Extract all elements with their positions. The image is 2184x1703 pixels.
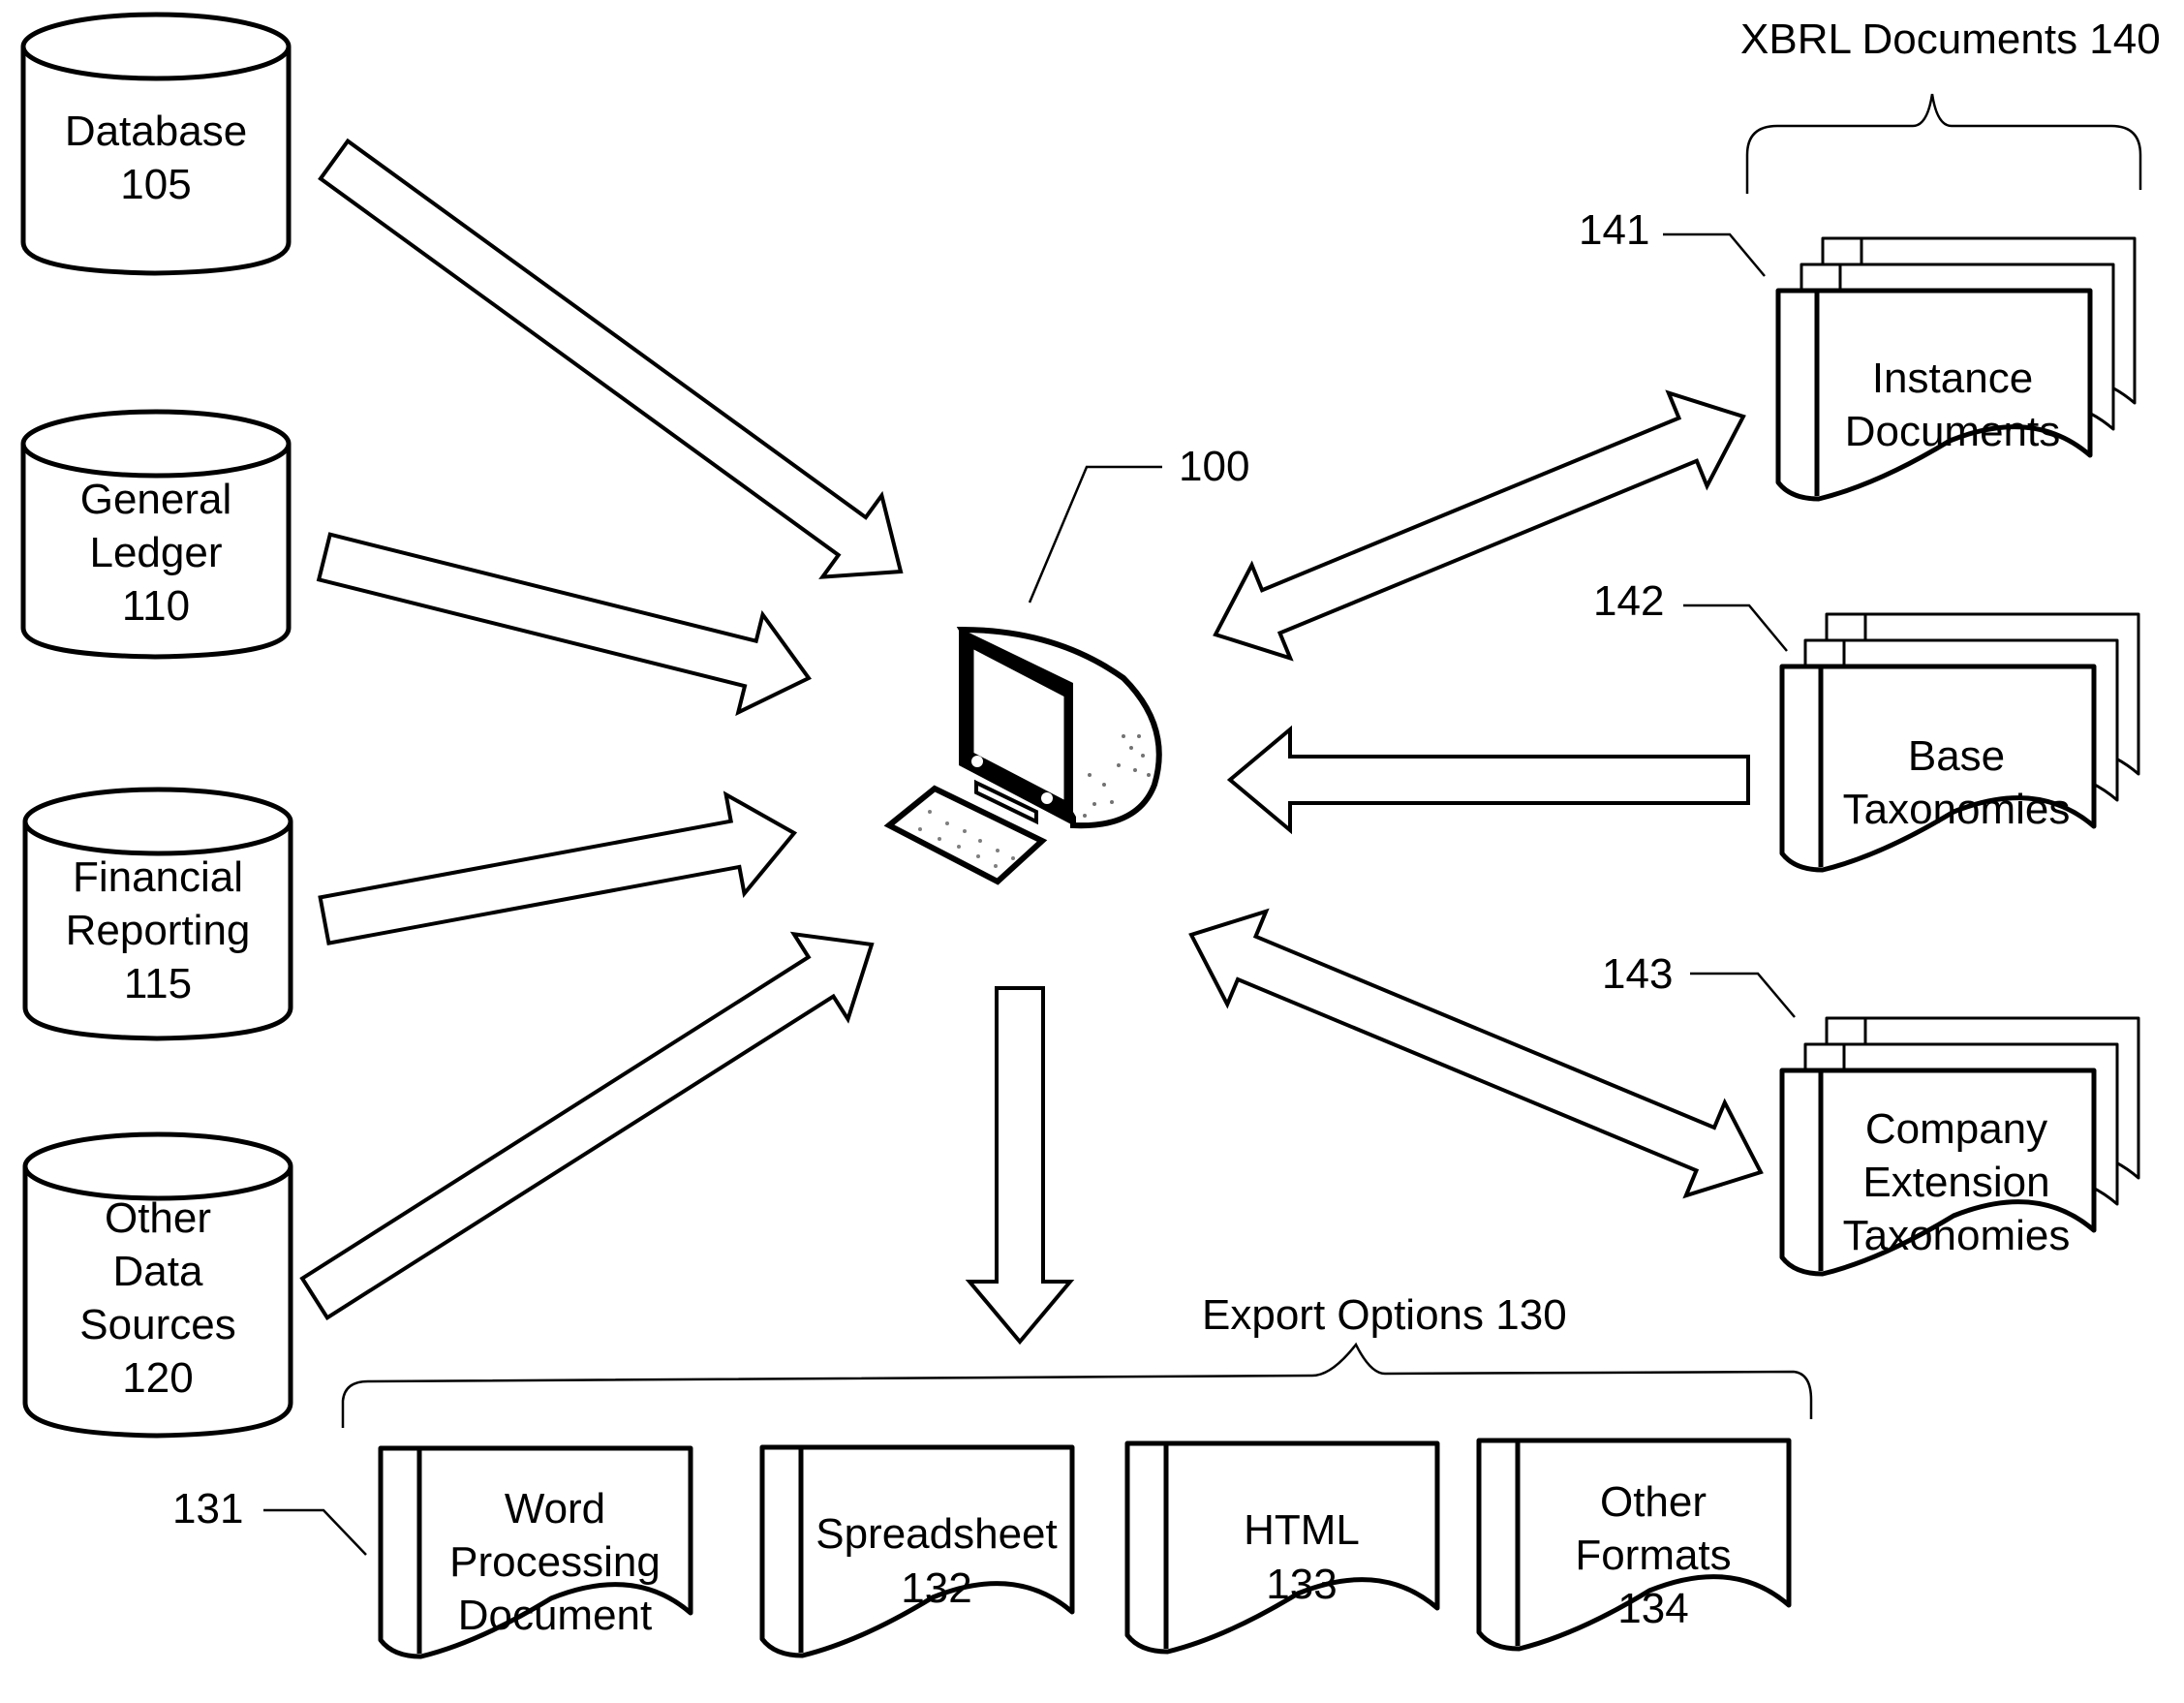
block-arrow — [1226, 725, 1750, 835]
xbrl-doc-ref: 142 — [1593, 577, 1664, 625]
xbrl-doc-label: Taxonomies — [1843, 786, 2071, 833]
block-arrow — [318, 138, 904, 579]
xbrl-group-brace — [1745, 93, 2142, 194]
xbrl-doc-ref: 143 — [1602, 950, 1673, 998]
export-doc-label: Processing — [449, 1538, 661, 1586]
block-arrow — [965, 986, 1075, 1346]
other-data-sources-cylinder: Other Data Sources 120 — [22, 1131, 293, 1439]
xbrl-doc-label: Taxonomies — [1843, 1212, 2071, 1259]
bidirectional-arrow — [1188, 908, 1764, 1199]
xbrl-doc-label: Documents — [1845, 408, 2061, 455]
financial-reporting-ref: 115 — [124, 960, 192, 1007]
computer-ref: 100 — [1179, 443, 1249, 490]
general-ledger-ref: 110 — [122, 582, 190, 630]
word-doc-leader-line — [263, 1508, 367, 1556]
other-data-sources-ref: 120 — [122, 1354, 193, 1402]
export-doc-label: 134 — [1617, 1585, 1688, 1632]
export-options-title: Export Options 130 — [1202, 1291, 1567, 1339]
export-document: Spreadsheet 132 — [759, 1444, 1075, 1658]
word-doc-ref: 131 — [172, 1485, 243, 1533]
desktop-computer-icon — [883, 626, 1162, 885]
export-document: Word Processing Document — [378, 1445, 693, 1659]
export-doc-label: Formats — [1575, 1532, 1731, 1579]
export-doc-label: Spreadsheet — [815, 1510, 1058, 1558]
xbrl-doc-label: Instance — [1872, 355, 2033, 402]
export-doc-label: 132 — [901, 1564, 971, 1612]
general-ledger-cylinder: General Ledger 110 — [20, 409, 292, 660]
block-arrow — [318, 790, 798, 945]
export-doc-label: Other — [1600, 1478, 1707, 1526]
general-ledger-label-line1: General — [80, 476, 232, 523]
xbrl-system-diagram: Database 105 General Ledger 110 Financia… — [20, 12, 2161, 1659]
database-cylinder: Database 105 — [20, 12, 292, 276]
export-document: Other Formats 134 — [1476, 1438, 1792, 1652]
export-doc-label: HTML — [1244, 1506, 1360, 1554]
xbrl-doc-label: Base — [1908, 732, 2005, 780]
export-document: HTML 133 — [1124, 1440, 1440, 1655]
general-ledger-label-line2: Ledger — [89, 529, 222, 576]
xbrl-document-stack: 142 Base Taxonomies — [1593, 577, 2140, 873]
other-data-sources-label-line1: Other — [105, 1194, 211, 1242]
xbrl-document-stack: 143 Company Extension Taxonomies — [1602, 950, 2140, 1277]
xbrl-doc-leader-line — [1663, 232, 1766, 277]
xbrl-doc-label: Extension — [1862, 1159, 2049, 1206]
financial-reporting-cylinder: Financial Reporting 115 — [22, 787, 293, 1041]
database-label-line1: Database — [65, 108, 247, 155]
export-documents: Word Processing Document Spreadsheet 132 HTML… — [378, 1438, 1792, 1659]
financial-reporting-label-line1: Financial — [73, 853, 243, 901]
xbrl-doc-ref: 141 — [1579, 206, 1649, 254]
xbrl-documents-group: XBRL Documents 140 — [1740, 15, 2161, 194]
block-arrow — [299, 931, 875, 1321]
export-group-brace — [341, 1342, 1813, 1428]
database-ref: 105 — [120, 161, 191, 208]
xbrl-doc-label: Company — [1865, 1105, 2047, 1153]
xbrl-doc-leader-line — [1690, 972, 1796, 1018]
export-doc-label: 133 — [1266, 1561, 1337, 1608]
xbrl-doc-leader-line — [1683, 604, 1788, 652]
computer-node: 100 — [883, 443, 1249, 885]
block-arrow — [316, 532, 813, 717]
export-doc-label: Word — [505, 1485, 605, 1533]
other-data-sources-label-line3: Sources — [79, 1301, 235, 1348]
financial-reporting-label-line2: Reporting — [66, 907, 251, 954]
xbrl-documents-title: XBRL Documents 140 — [1740, 15, 2161, 63]
export-doc-label: Document — [458, 1592, 653, 1639]
computer-leader-line — [1028, 465, 1162, 604]
other-data-sources-label-line2: Data — [113, 1248, 203, 1295]
